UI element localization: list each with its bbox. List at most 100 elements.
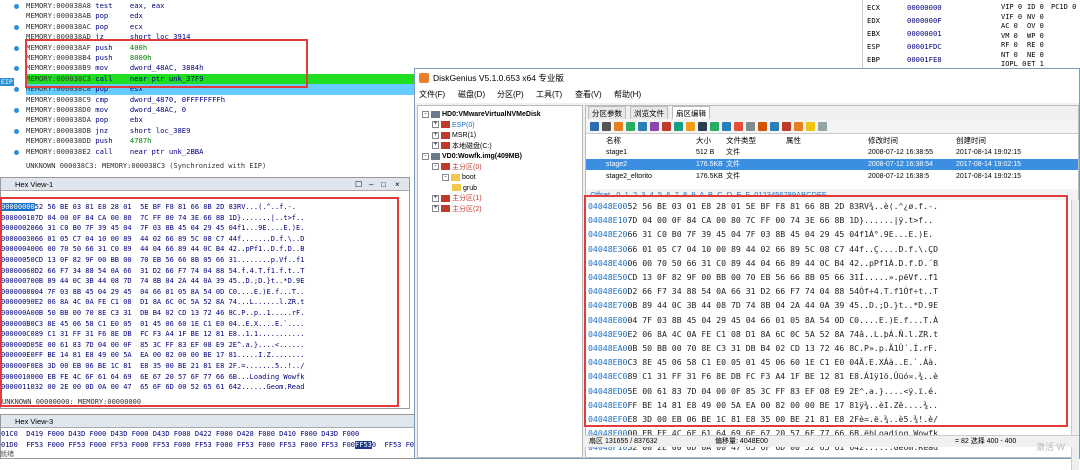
expand-toggle[interactable]: + [432, 142, 439, 150]
gutter [0, 0, 24, 172]
file-cell-type: 文件 [726, 173, 740, 180]
file-row[interactable]: stage1 512 B 文件 2008-07-12 16:38:55 2017-08-… [586, 147, 1078, 158]
menu-item[interactable]: 分区(P) [497, 87, 524, 103]
hex-view-3[interactable]: Hex View-3 01C0 D419 F000 D43D F000 D43D… [0, 414, 717, 459]
expand-toggle[interactable]: + [432, 121, 439, 129]
toolbar-button-icon[interactable] [818, 122, 827, 131]
disasm-row[interactable]: MEMORY:000038C9 cmp dword_4870, 0FFFFFFF… [26, 95, 225, 105]
tree-label: MSR(1) [452, 132, 477, 139]
expand-toggle[interactable]: - [422, 152, 429, 160]
disasm-operand: near ptr unk_2BBA [129, 146, 204, 156]
expand-toggle[interactable]: - [442, 173, 449, 181]
tree-node[interactable]: - HD0:VMwareVirtualNVMeDisk [422, 110, 541, 120]
disk-icon [441, 121, 450, 129]
toolbar-button-icon[interactable] [710, 122, 719, 131]
hex-selected-word[interactable]: FF53 [355, 441, 372, 449]
tree-node[interactable]: + 主分区(2) [432, 205, 482, 215]
menu-item[interactable]: 帮助(H) [614, 87, 641, 103]
tree-node[interactable]: + 主分区(1) [432, 194, 482, 204]
disasm-row[interactable]: MEMORY:000038DA pop ebx [26, 115, 143, 125]
tree-node[interactable]: - 主分区(0) [432, 163, 482, 173]
disk-tree[interactable]: - HD0:VMwareVirtualNVMeDisk + ESP(0) + MSR(1)… [417, 105, 583, 458]
disasm-mnemonic: pop [90, 21, 130, 31]
toolbar-button-icon[interactable] [614, 122, 623, 131]
window-title: DiskGenius V5.1.0.653 x64 专业版 [433, 73, 564, 83]
toolbar-button-icon[interactable] [626, 122, 635, 131]
sector-highlight-box [584, 195, 1068, 427]
register-value[interactable]: 00000000 [907, 2, 942, 14]
menu-item[interactable]: 工具(T) [536, 87, 562, 103]
column-header[interactable]: 属性 [786, 135, 801, 146]
toolbar-button-icon[interactable] [722, 122, 731, 131]
toolbar-button-icon[interactable] [758, 122, 767, 131]
toolbar-button-icon[interactable] [674, 122, 683, 131]
toolbar-button-icon[interactable] [782, 122, 791, 131]
tree-node[interactable]: - VD0:Wowfk.img(409MB) [422, 152, 522, 162]
file-cell-mod: 2008-07-12 16:38:55 [868, 149, 933, 156]
toolbar-button-icon[interactable] [734, 122, 743, 131]
file-cell-size: 176.5KB [696, 173, 723, 180]
toolbar-button-icon[interactable] [698, 122, 707, 131]
register-value[interactable]: 0000000F [907, 15, 942, 27]
tab-0[interactable]: 分区参数 [588, 106, 626, 119]
toolbar-button-icon[interactable] [794, 122, 803, 131]
hex-row[interactable]: 01C0 D419 F000 D43D F000 D43D F000 D43D … [1, 429, 359, 440]
file-row[interactable]: stage2 176.5KB 文件 2008-07-12 16:38:54 2017-0… [586, 159, 1078, 170]
disk-icon [441, 163, 450, 171]
disk-icon [441, 142, 450, 150]
tree-node[interactable]: - boot [442, 173, 476, 183]
disasm-row[interactable]: MEMORY:000038AB pop edx [26, 11, 143, 21]
expand-toggle[interactable]: + [432, 131, 439, 139]
disasm-address: MEMORY:000038A8 [26, 1, 91, 10]
tree-node[interactable]: + MSR(1) [432, 131, 476, 141]
toolbar-button-icon[interactable] [590, 122, 599, 131]
disasm-row[interactable]: MEMORY:000038DB jnz short loc_38E9 [26, 126, 190, 136]
disasm-address: MEMORY:000038D0 [26, 105, 91, 114]
disasm-row[interactable]: MEMORY:000038D0 mov dword_48AC, 0 [26, 105, 186, 115]
register-value[interactable]: 00001FDC [907, 41, 942, 53]
menu-item[interactable]: 磁盘(D) [458, 87, 485, 103]
toolbar-button-icon[interactable] [662, 122, 671, 131]
vertical-scrollbar[interactable] [1071, 200, 1079, 470]
tree-label: HD0:VMwareVirtualNVMeDisk [442, 111, 541, 118]
toolbar-button-icon[interactable] [806, 122, 815, 131]
disasm-row[interactable]: MEMORY:000038E2 call near ptr unk_2BBA [26, 147, 203, 157]
disasm-row[interactable]: MEMORY:000038AC pop ecx [26, 22, 143, 32]
tree-label: boot [462, 174, 476, 181]
file-cell-name: stage1 [606, 149, 628, 156]
toolbar-button-icon[interactable] [770, 122, 779, 131]
toolbar-button-icon[interactable] [746, 122, 755, 131]
menu-item[interactable]: 查看(V) [575, 87, 602, 103]
disasm-row[interactable]: MEMORY:000038DD push 4787h [26, 136, 152, 146]
expand-toggle[interactable]: - [432, 163, 439, 171]
tab-1[interactable]: 浏览文件 [630, 106, 668, 119]
column-header[interactable]: 创建时间 [956, 135, 986, 146]
tree-node[interactable]: + ESP(0) [432, 121, 475, 131]
tab-2[interactable]: 扇区编辑 [672, 106, 710, 119]
column-header[interactable]: 修改时间 [868, 135, 898, 146]
column-header[interactable]: 名称 [606, 135, 621, 146]
column-header[interactable]: 文件类型 [726, 135, 756, 146]
tree-node[interactable]: grub [452, 184, 477, 194]
register-value[interactable]: 00000001 [907, 28, 942, 40]
disasm-row[interactable]: MEMORY:000038A8 test eax, eax [26, 1, 165, 11]
menu-item[interactable]: 文件(F) [419, 87, 445, 103]
maximize-button[interactable]: □ [381, 178, 386, 191]
file-row[interactable]: stage2_eltorito 176.5KB 文件 2008-07-12 16:38… [586, 171, 1078, 182]
register-value[interactable]: 00001FE8 [907, 54, 942, 66]
minimize-button[interactable]: – [369, 178, 373, 191]
sector-position: 扇区 131655 / 837632 [589, 438, 658, 445]
register-name: EBX [867, 29, 880, 38]
close-button[interactable]: × [395, 178, 400, 191]
restore-button[interactable]: ☐ [355, 178, 362, 191]
expand-toggle[interactable]: + [432, 194, 439, 202]
expand-toggle[interactable]: - [422, 110, 429, 118]
tree-label: 本地磁盘(C:) [452, 142, 492, 150]
expand-toggle[interactable]: + [432, 205, 439, 213]
toolbar-button-icon[interactable] [638, 122, 647, 131]
toolbar-button-icon[interactable] [686, 122, 695, 131]
tree-node[interactable]: + 本地磁盘(C:) [432, 142, 492, 152]
toolbar-button-icon[interactable] [650, 122, 659, 131]
toolbar-button-icon[interactable] [602, 122, 611, 131]
column-header[interactable]: 大小 [696, 135, 711, 146]
